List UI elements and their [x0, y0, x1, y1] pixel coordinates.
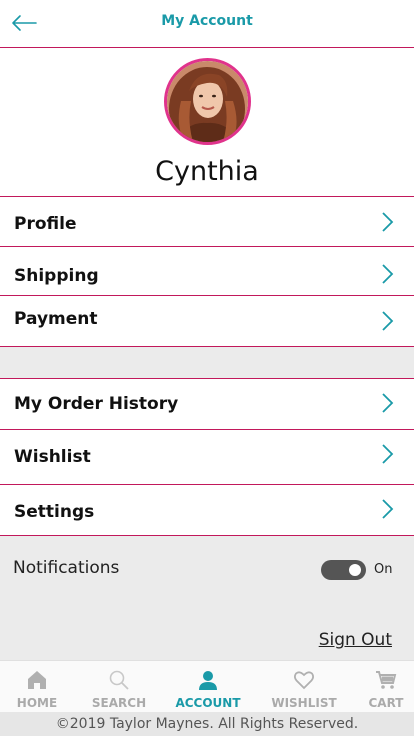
tab-home[interactable]: HOME: [0, 661, 78, 713]
menu-item-payment[interactable]: Payment: [0, 297, 414, 347]
chevron-right-icon: [382, 311, 394, 331]
profile-header: Cynthia: [0, 49, 414, 197]
section-divider: [0, 347, 414, 379]
notifications-toggle[interactable]: [321, 560, 366, 580]
menu-item-order-history[interactable]: My Order History: [0, 380, 414, 430]
tab-label: CART: [368, 696, 404, 710]
menu-item-label: My Order History: [14, 394, 179, 414]
heart-icon: [293, 671, 315, 690]
menu-item-shipping[interactable]: Shipping: [0, 248, 414, 296]
chevron-right-icon: [382, 393, 394, 413]
tab-wishlist[interactable]: WISHLIST: [263, 661, 345, 713]
copyright-footer: ©2019 Taylor Maynes. All Rights Reserved…: [0, 712, 414, 736]
menu-item-label: Profile: [14, 214, 77, 234]
app-header: My Account: [0, 0, 414, 48]
menu-item-label: Settings: [14, 502, 95, 522]
notifications-label: Notifications: [13, 558, 120, 578]
menu-item-wishlist[interactable]: Wishlist: [0, 431, 414, 485]
tab-cart[interactable]: CART: [345, 661, 414, 713]
bottom-tab-bar: HOME SEARCH ACCOUNT WISHLIST CART: [0, 660, 414, 712]
tab-search[interactable]: SEARCH: [78, 661, 160, 713]
user-icon: [199, 671, 217, 690]
sign-out-link[interactable]: Sign Out: [319, 630, 392, 650]
menu-item-profile[interactable]: Profile: [0, 198, 414, 247]
menu-item-settings[interactable]: Settings: [0, 486, 414, 536]
menu-item-label: Wishlist: [14, 447, 91, 467]
tab-label: HOME: [16, 696, 58, 710]
tab-label: ACCOUNT: [175, 696, 241, 710]
tab-label: WISHLIST: [271, 696, 337, 710]
page-title: My Account: [161, 13, 253, 29]
search-icon: [109, 670, 129, 690]
tab-account[interactable]: ACCOUNT: [167, 661, 249, 713]
chevron-right-icon: [382, 264, 394, 284]
menu-item-label: Payment: [14, 309, 98, 329]
chevron-right-icon: [382, 444, 394, 464]
toggle-state-label: On: [374, 562, 393, 577]
settings-footer-area: Notifications On Sign Out: [0, 536, 414, 660]
chevron-right-icon: [382, 499, 394, 519]
user-name: Cynthia: [155, 156, 259, 187]
chevron-right-icon: [382, 212, 394, 232]
cart-icon: [376, 671, 397, 689]
avatar: [164, 58, 251, 145]
home-icon: [28, 671, 46, 689]
toggle-knob: [349, 564, 361, 576]
menu-item-label: Shipping: [14, 266, 99, 286]
tab-label: SEARCH: [91, 696, 147, 710]
